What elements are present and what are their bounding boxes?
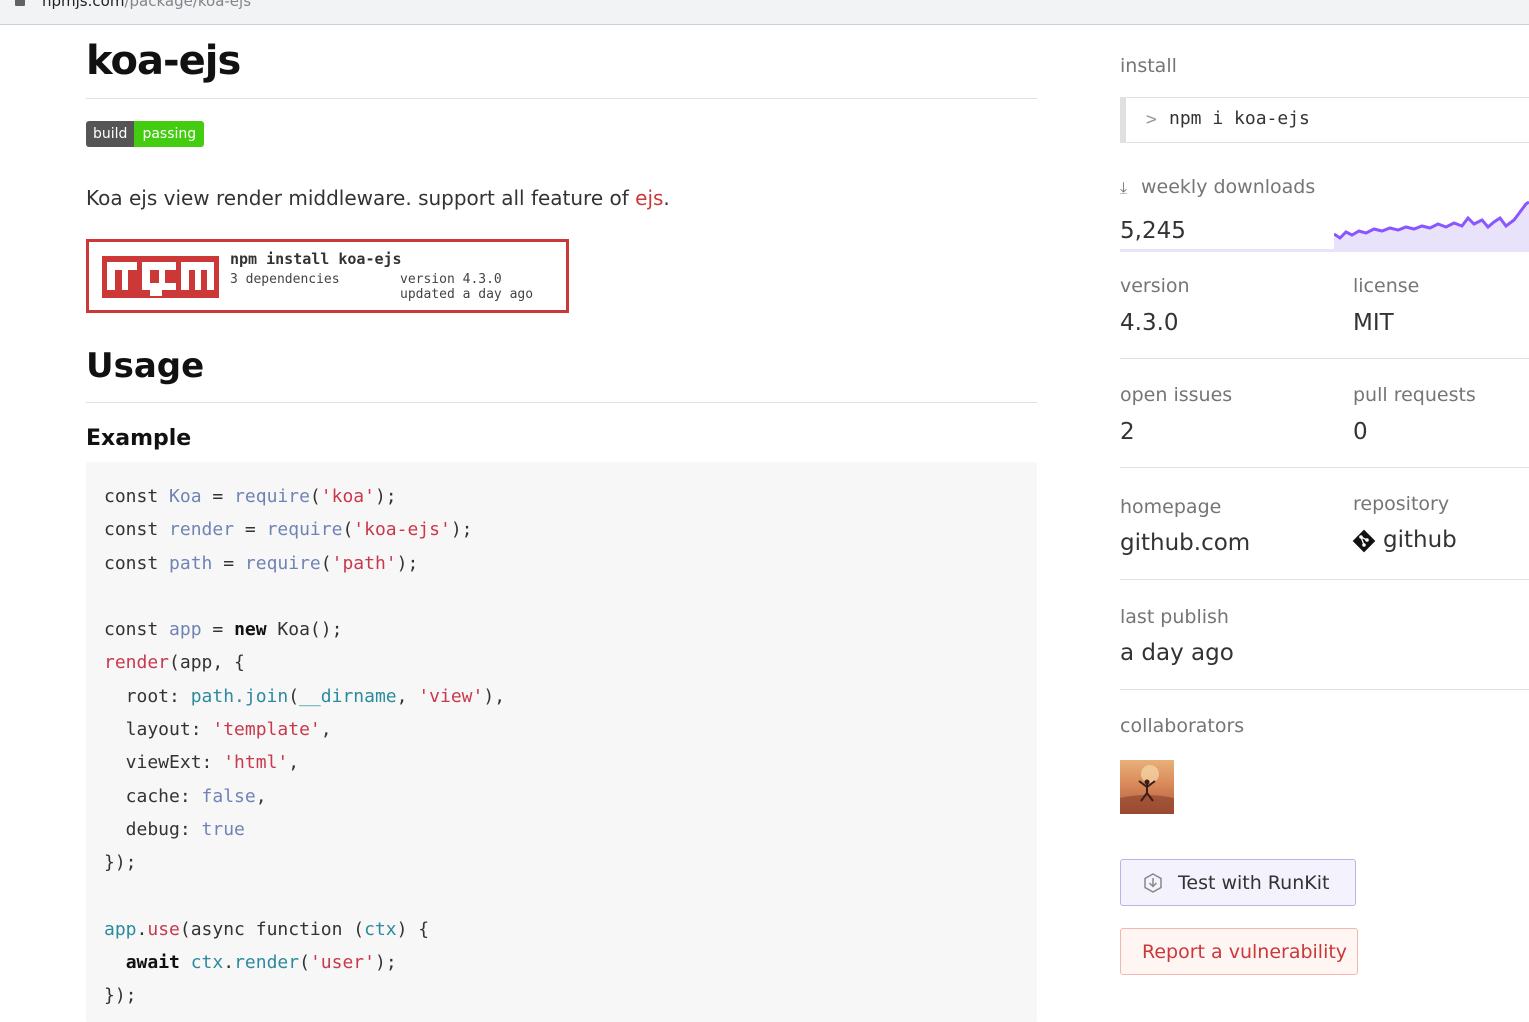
description-text: Koa ejs view render middleware. support … [86,186,636,210]
url-domain: npmjs.com [42,0,125,10]
version-value: 4.3.0 [1120,310,1179,336]
badge-label: build [86,121,135,147]
repository-label: repository [1353,493,1450,515]
package-title: koa-ejs [86,38,241,84]
npm-card-version: version 4.3.0 [400,272,502,287]
downloads-underline [1120,249,1334,252]
install-command-box[interactable]: > npm i koa-ejs [1120,97,1529,143]
github-icon [1352,529,1376,553]
sidebar-divider [1120,358,1529,359]
install-label: install [1120,55,1177,77]
title-divider [86,98,1037,99]
homepage-label: homepage [1120,496,1222,518]
usage-divider [86,402,1037,403]
weekly-downloads-label: weekly downloads [1141,176,1316,198]
badge-status: passing [134,121,205,147]
runkit-icon [1144,873,1162,893]
license-value: MIT [1353,310,1394,336]
sidebar-divider [1120,689,1529,690]
open-issues-value[interactable]: 2 [1120,419,1135,445]
npm-install-card[interactable]: npm install koa-ejs 3 dependencies versi… [86,239,569,313]
sidebar-divider [1120,467,1529,468]
repository-link[interactable]: github [1383,527,1457,553]
address-bar[interactable]: npmjs.com/package/koa-ejs [0,0,1529,25]
vulnerability-label: Report a vulnerability [1142,941,1348,963]
version-label: version [1120,275,1190,297]
ejs-link[interactable]: ejs [635,186,663,210]
downloads-sparkline[interactable] [1334,194,1529,252]
weekly-downloads-value: 5,245 [1120,218,1186,244]
license-label: license [1353,275,1420,297]
lock-icon [15,0,25,6]
url-path: /package/koa-ejs [124,0,252,10]
code-example: const Koa = require('koa'); const render… [104,486,506,1007]
code-block[interactable]: const Koa = require('koa'); const render… [86,462,1037,1022]
runkit-label: Test with RunKit [1178,872,1330,894]
description-period: . [663,186,670,210]
npm-card-command: npm install koa-ejs [230,250,402,268]
homepage-link[interactable]: github.com [1120,530,1250,556]
last-publish-value: a day ago [1120,640,1234,666]
open-issues-label: open issues [1120,384,1233,406]
collaborator-avatar[interactable] [1120,760,1174,814]
last-publish-label: last publish [1120,606,1229,628]
test-with-runkit-button[interactable]: Test with RunKit [1120,859,1356,906]
package-description: Koa ejs view render middleware. support … [86,186,670,210]
npm-logo [102,256,219,298]
example-heading: Example [86,426,192,451]
prompt-icon: > [1146,109,1157,130]
download-icon: ⤓ [1120,178,1128,197]
sidebar-divider [1120,579,1529,580]
npm-card-updated: updated a day ago [400,287,534,302]
url-text[interactable]: npmjs.com/package/koa-ejs [42,0,251,10]
usage-heading: Usage [86,346,205,386]
collaborators-label: collaborators [1120,715,1245,737]
pull-requests-label: pull requests [1353,384,1476,406]
npm-card-dependencies: 3 dependencies [230,272,340,287]
install-command[interactable]: npm i koa-ejs [1169,108,1310,129]
pull-requests-value[interactable]: 0 [1353,419,1368,445]
build-badge[interactable]: build passing [86,121,205,147]
report-vulnerability-button[interactable]: Report a vulnerability [1120,928,1358,975]
